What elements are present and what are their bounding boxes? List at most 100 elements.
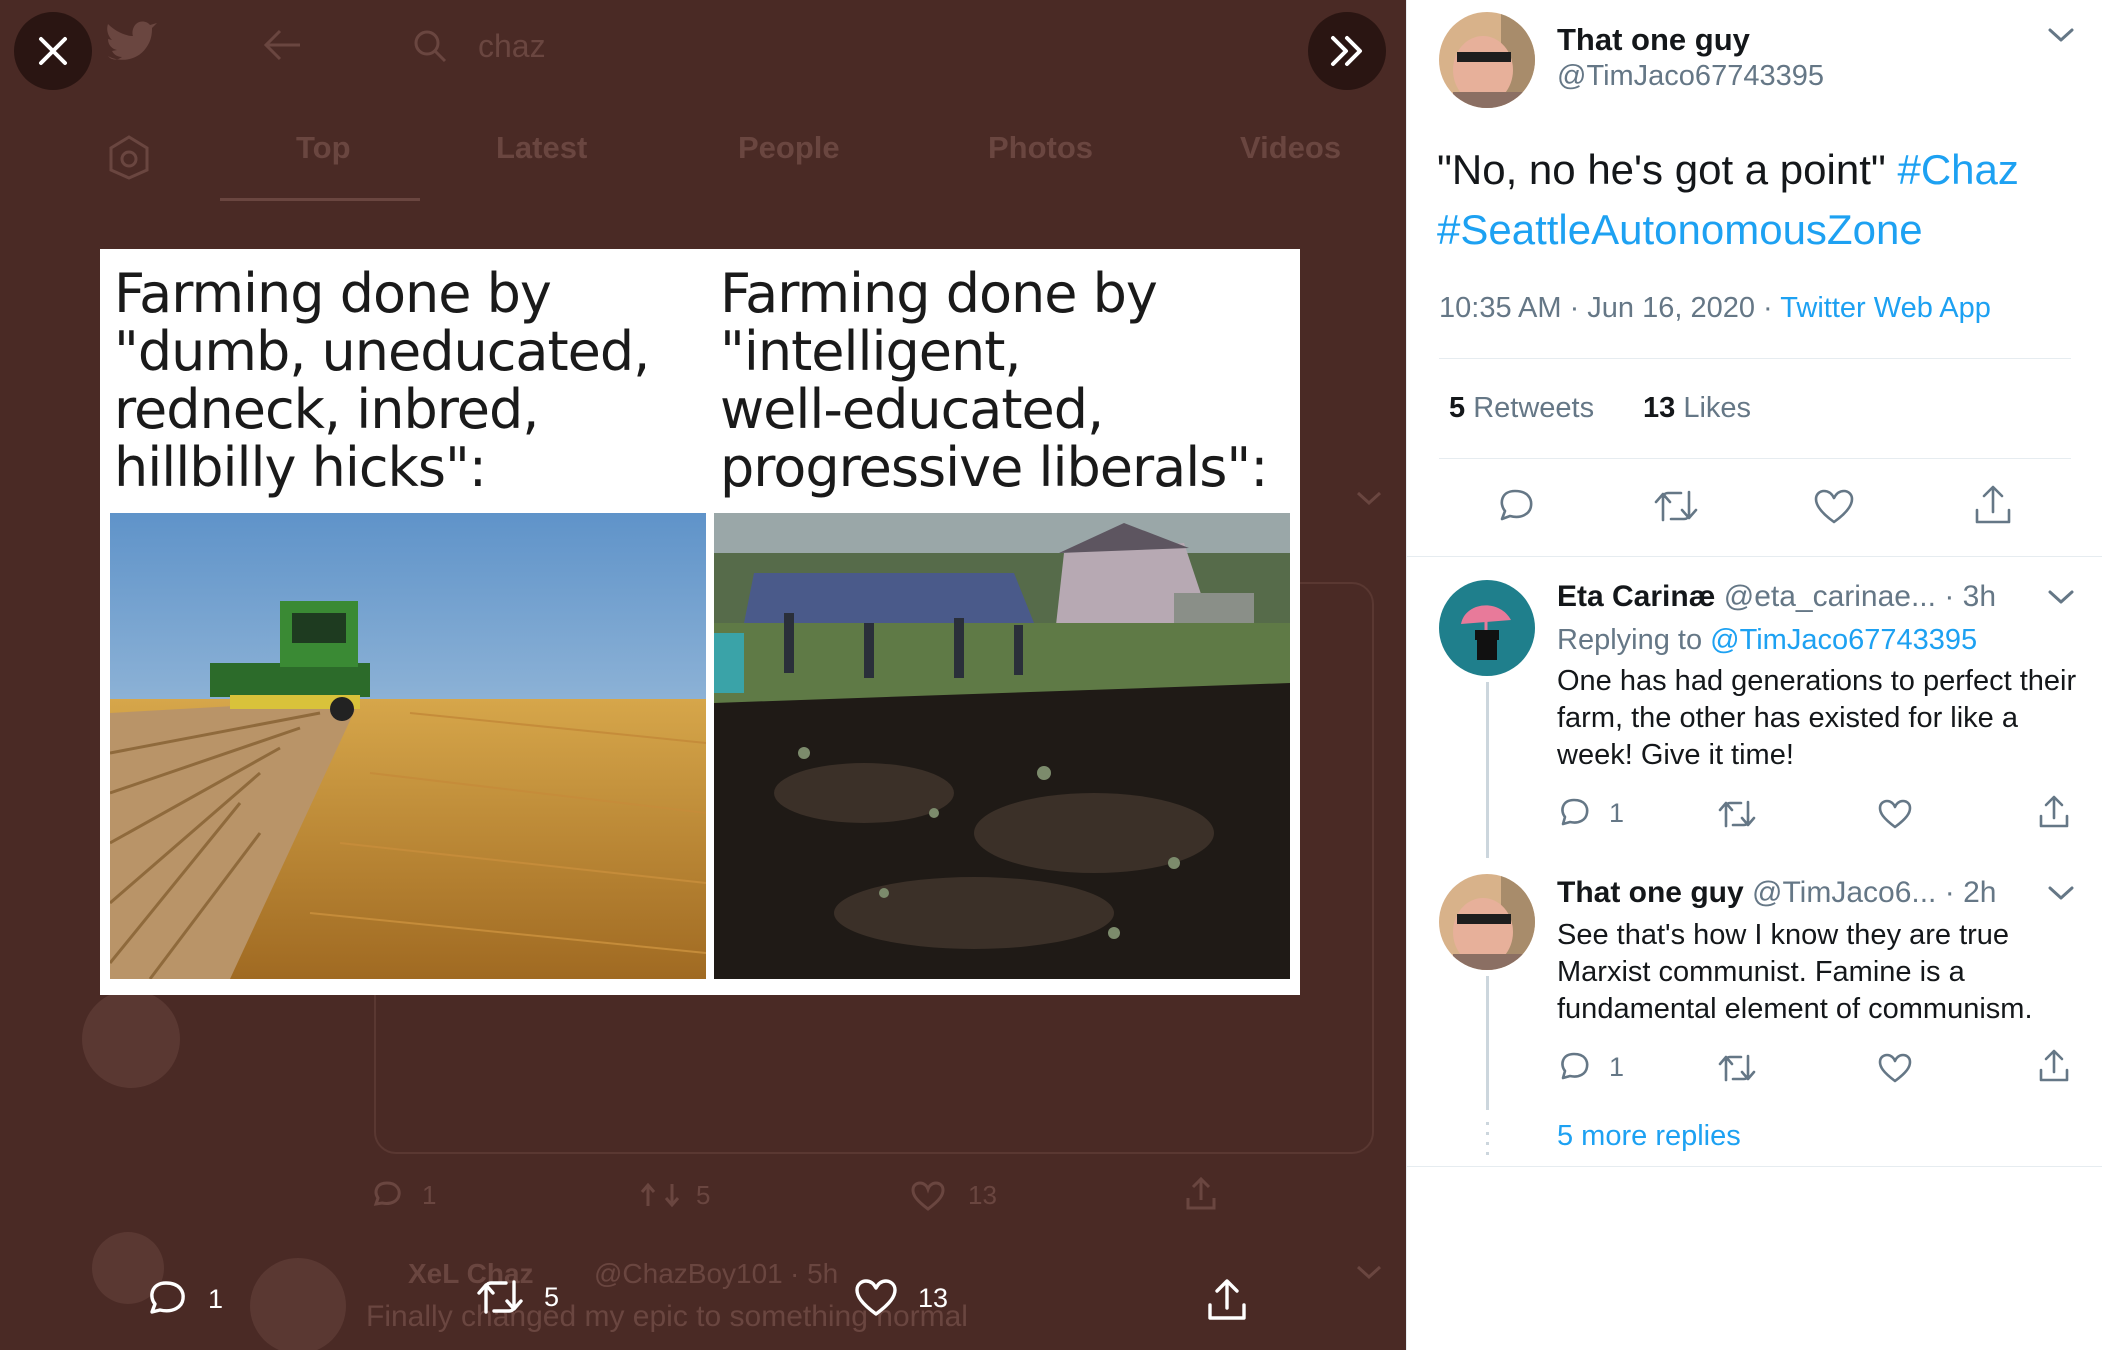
reply-icon <box>1500 489 1533 521</box>
share-icon <box>2039 795 2069 828</box>
reply-1-reply-count: 1 <box>1609 797 1625 828</box>
tab-top: Top <box>296 130 351 165</box>
viewer-share-button[interactable] <box>1206 1278 1248 1322</box>
divider <box>1439 358 2071 359</box>
retweet-icon <box>477 1280 523 1314</box>
reply-1-time[interactable]: · 3h <box>1944 580 1996 613</box>
share-icon <box>1975 485 2011 524</box>
meme-left-caption: Farming done by "dumb, uneducated, redne… <box>114 262 650 499</box>
close-button[interactable] <box>14 12 92 90</box>
feed-chevron-icon <box>1354 488 1384 513</box>
reply-2-name[interactable]: That one guy <box>1557 876 1744 909</box>
collapse-panel-button[interactable] <box>1308 12 1386 90</box>
thread-line <box>1486 976 1489 1110</box>
reply-1-name[interactable]: Eta Carinæ <box>1557 580 1715 613</box>
reply-2-reply-button[interactable]: 1 <box>1557 1050 1624 1084</box>
replying-to-link[interactable]: @TimJaco67743395 <box>1710 624 1977 656</box>
reply-1-retweet-button[interactable] <box>1717 798 1757 830</box>
feed-tweet-time: · 5h <box>790 1258 839 1289</box>
viewer-retweet-button[interactable]: 5 <box>476 1278 559 1316</box>
feed-tweet-handle: @ChazBoy101 <box>594 1258 783 1289</box>
heart-icon <box>1878 1053 1912 1083</box>
reply-2-time[interactable]: · 2h <box>1945 876 1997 909</box>
retweet-icon <box>1718 1054 1756 1082</box>
divider <box>1439 458 2071 459</box>
heart-icon <box>1814 489 1854 524</box>
viewer-retweet-count: 5 <box>544 1281 560 1312</box>
author-handle[interactable]: @TimJaco67743395 <box>1557 60 1824 93</box>
viewer-reply-button[interactable]: 1 <box>144 1278 223 1320</box>
back-arrow-icon <box>262 28 302 67</box>
garden-plot-photo <box>714 513 1290 979</box>
feed-like-icon <box>910 1180 946 1217</box>
feed-chevron-icon-2 <box>1354 1262 1384 1287</box>
feed-avatar-2 <box>250 1258 346 1350</box>
reply-2-like-button[interactable] <box>1877 1052 1913 1084</box>
settings-icon <box>106 134 152 185</box>
tab-latest: Latest <box>496 130 588 165</box>
feed-retweet-count: 5 <box>696 1180 711 1210</box>
heart-icon <box>855 1279 897 1316</box>
tab-active-indicator <box>220 198 420 201</box>
retweet-button[interactable] <box>1653 488 1699 524</box>
tweet-source-link[interactable]: Twitter Web App <box>1780 292 1991 324</box>
chevron-down-icon <box>2048 886 2074 900</box>
like-button[interactable] <box>1813 488 1855 526</box>
thread-line-dotted <box>1486 1122 1489 1156</box>
chevron-down-icon <box>2048 590 2074 604</box>
feed-reply-icon <box>370 1178 404 1217</box>
compose-tweet-icon <box>82 990 180 1088</box>
reply-2-handle[interactable]: @TimJaco6... <box>1752 876 1936 909</box>
reply-2-header: That one guy @TimJaco6... · 2h <box>1557 876 1996 910</box>
share-button[interactable] <box>1973 484 2013 526</box>
reply-2-share-button[interactable] <box>2037 1048 2071 1084</box>
divider <box>1407 556 2102 557</box>
hashtag-seattle-autonomous-zone-link[interactable]: #SeattleAutonomousZone <box>1437 206 1923 253</box>
more-replies-link[interactable]: 5 more replies <box>1557 1120 1741 1153</box>
search-icon <box>412 28 448 69</box>
twitter-logo-icon <box>104 20 158 71</box>
retweet-label: Retweets <box>1473 392 1595 424</box>
author-name[interactable]: That one guy <box>1557 22 1750 58</box>
share-icon <box>2039 1049 2069 1082</box>
reply-button[interactable] <box>1495 486 1535 526</box>
reply-1-share-button[interactable] <box>2037 794 2071 830</box>
tweet-detail-panel: That one guy @TimJaco67743395 "No, no he… <box>1406 0 2102 1350</box>
feed-retweet-icon <box>640 1180 680 1215</box>
replying-to-prefix: Replying to <box>1557 624 1703 656</box>
thread-line <box>1486 682 1489 858</box>
retweet-icon <box>1654 490 1698 522</box>
reply-2-reply-count: 1 <box>1609 1051 1625 1082</box>
retweet-icon <box>1718 800 1756 828</box>
reply-2-text: See that's how I know they are true Marx… <box>1557 919 2033 1025</box>
retweets-stat[interactable]: 5 Retweets <box>1449 392 1594 425</box>
divider <box>1407 1166 2102 1167</box>
tweet-quote-text: "No, no he's got a point" <box>1437 146 1886 193</box>
reply-2-more-button[interactable] <box>2047 884 2075 907</box>
reply-icon <box>1561 1052 1589 1080</box>
tweet-image[interactable]: Farming done by "dumb, uneducated, redne… <box>100 249 1300 995</box>
viewer-like-button[interactable]: 13 <box>854 1278 948 1318</box>
reply-1-header: Eta Carinæ @eta_carinae... · 3h <box>1557 580 1996 614</box>
hashtag-chaz-link[interactable]: #Chaz <box>1897 146 2018 193</box>
reply-1-replying-to: Replying to @TimJaco67743395 <box>1557 622 2097 659</box>
tweet-more-button[interactable] <box>2047 26 2075 49</box>
reply-1-like-button[interactable] <box>1877 798 1913 830</box>
tweet-timestamp-row: 10:35 AM · Jun 16, 2020 · Twitter Web Ap… <box>1439 292 1991 325</box>
double-chevron-right-icon <box>1331 36 1362 66</box>
feed-reply-count: 1 <box>422 1180 437 1210</box>
reply-1-more-button[interactable] <box>2047 588 2075 611</box>
reply-1-handle[interactable]: @eta_carinae... <box>1724 580 1936 613</box>
search-query-text: chaz <box>478 28 546 64</box>
reply-1-avatar[interactable] <box>1439 580 1535 676</box>
like-label: Likes <box>1683 392 1752 424</box>
author-avatar[interactable] <box>1439 12 1535 108</box>
reply-2-avatar[interactable] <box>1439 874 1535 970</box>
reply-2-retweet-button[interactable] <box>1717 1052 1757 1084</box>
reply-1-reply-button[interactable]: 1 <box>1557 796 1624 830</box>
tweet-timestamp[interactable]: 10:35 AM · Jun 16, 2020 · <box>1439 292 1773 324</box>
reply-icon <box>1561 798 1589 826</box>
retweet-count: 5 <box>1449 392 1466 424</box>
feed-like-count: 13 <box>968 1180 997 1210</box>
likes-stat[interactable]: 13 Likes <box>1643 392 1751 425</box>
